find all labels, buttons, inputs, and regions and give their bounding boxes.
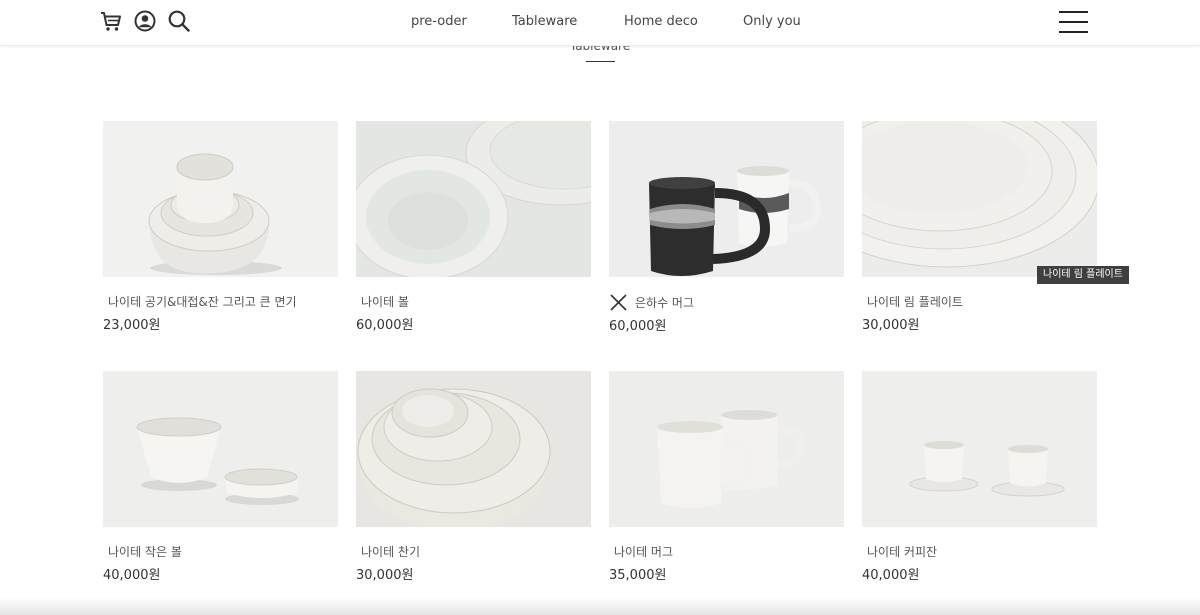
- hamburger-menu-icon[interactable]: [1059, 11, 1089, 34]
- nav-link-pre-order[interactable]: pre-oder: [411, 14, 467, 29]
- product-name[interactable]: 나이테 공기&대접&잔 그리고 큰 면기: [108, 293, 297, 310]
- product-image-coffee-cup[interactable]: [862, 371, 1097, 527]
- product-card: 나이테 머그 35,000원: [609, 371, 844, 583]
- bottom-edge-shadow: [0, 597, 1200, 615]
- product-price: 30,000원: [356, 568, 414, 583]
- main-nav: pre-oder Tableware Home deco Only you: [0, 0, 1200, 46]
- product-name[interactable]: 은하수 머그: [609, 293, 694, 312]
- site-header: pre-oder Tableware Home deco Only you: [0, 0, 1200, 46]
- close-icon[interactable]: [609, 293, 628, 312]
- product-image-nested-bowls-set[interactable]: [103, 121, 338, 277]
- nav-link-only-you[interactable]: Only you: [743, 14, 801, 29]
- product-price: 40,000원: [103, 568, 161, 583]
- product-price: 40,000원: [862, 568, 920, 583]
- product-name[interactable]: 나이테 볼: [361, 293, 409, 310]
- product-name[interactable]: 나이테 림 플레이트: [867, 293, 963, 310]
- product-tooltip: 나이테 림 플레이트: [1037, 266, 1129, 284]
- product-card: 나이테 찬기 30,000원: [356, 371, 591, 583]
- product-price: 30,000원: [862, 318, 920, 333]
- product-image-side-dish-bowls[interactable]: [356, 371, 591, 527]
- product-card: 나이테 공기&대접&잔 그리고 큰 면기 23,000원: [103, 121, 338, 333]
- product-price: 60,000원: [609, 319, 667, 334]
- product-price: 23,000원: [103, 318, 161, 333]
- product-name[interactable]: 나이테 찬기: [361, 543, 420, 560]
- category-title-underline: [586, 61, 615, 62]
- product-image-naite-bowl[interactable]: [356, 121, 591, 277]
- product-price: 35,000원: [609, 568, 667, 583]
- product-name[interactable]: 나이테 작은 볼: [108, 543, 182, 560]
- product-image-small-bowl[interactable]: [103, 371, 338, 527]
- product-image-galaxy-mug[interactable]: [609, 121, 844, 277]
- product-name[interactable]: 나이테 머그: [614, 543, 673, 560]
- product-card: 나이테 작은 볼 40,000원: [103, 371, 338, 583]
- product-card: 나이테 커피잔 40,000원: [862, 371, 1097, 583]
- product-card: 나이테 림 플레이트 30,000원: [862, 121, 1097, 333]
- nav-link-tableware[interactable]: Tableware: [512, 14, 577, 29]
- nav-link-home-deco[interactable]: Home deco: [624, 14, 698, 29]
- product-card: 나이테 볼 60,000원: [356, 121, 591, 333]
- product-name[interactable]: 나이테 커피잔: [867, 543, 937, 560]
- product-card: 은하수 머그 60,000원: [609, 121, 844, 334]
- product-image-rim-plate[interactable]: [862, 121, 1097, 277]
- product-price: 60,000원: [356, 318, 414, 333]
- product-image-naite-mug[interactable]: [609, 371, 844, 527]
